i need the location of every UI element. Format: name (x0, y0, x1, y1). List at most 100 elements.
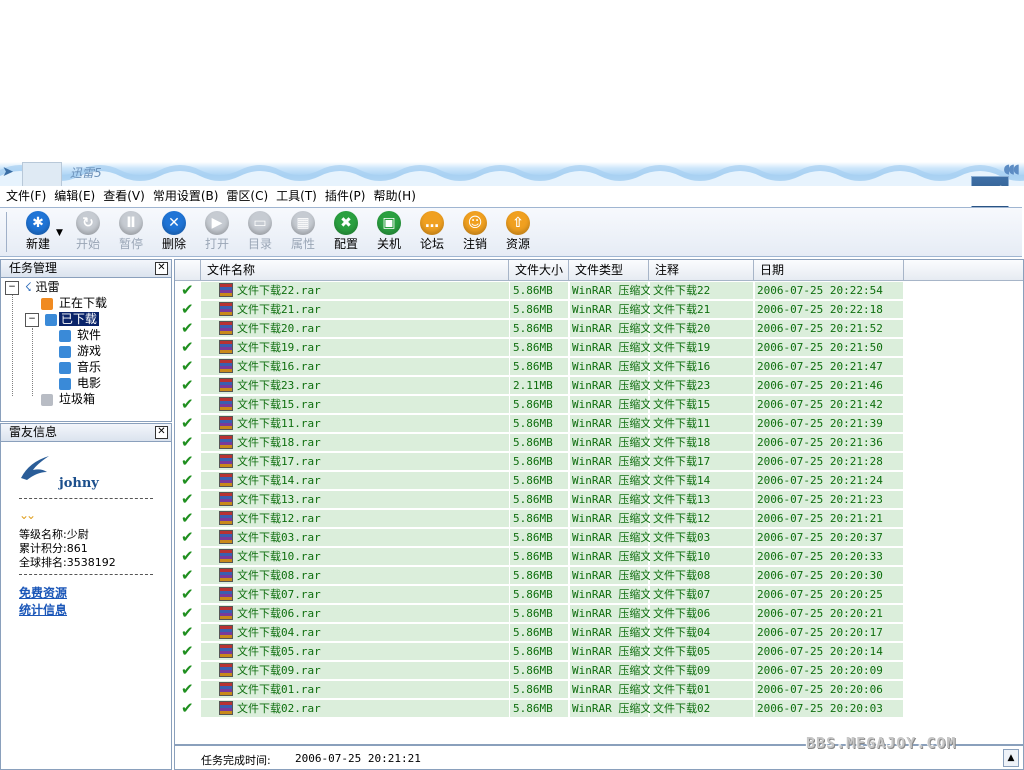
cell-size: 5.86MB (513, 493, 553, 506)
toolbar-button-delete[interactable]: ✕ 删除 (154, 210, 194, 254)
cell-note: 文件下载21 (653, 303, 711, 316)
new-icon: ✱ (26, 211, 50, 235)
table-row[interactable]: ✔ 文件下载20.rar 5.86MB WinRAR 压缩文 文件下载20 2006-07… (175, 319, 903, 338)
cell-date: 2006-07-25 20:20:14 (757, 645, 883, 658)
cell-type: WinRAR 压缩文 (572, 702, 650, 715)
cell-size: 5.86MB (513, 436, 553, 449)
toolbar-button-start[interactable]: ↻ 开始 (68, 210, 108, 254)
cell-note: 文件下载23 (653, 379, 711, 392)
table-row[interactable]: ✔ 文件下载10.rar 5.86MB WinRAR 压缩文 文件下载10 2006-07… (175, 547, 903, 566)
free-resources-link[interactable]: 免费资源 (19, 584, 67, 601)
toolbar-button-open[interactable]: ▶ 打开 (197, 210, 237, 254)
task-panel: 任务管理 ✕ − ☇ 迅雷 正在下载 − 已下载 软件 游戏 音乐 电影 垃圾箱 (0, 259, 172, 422)
cell-date: 2006-07-25 20:22:54 (757, 284, 883, 297)
table-row[interactable]: ✔ 文件下载23.rar 2.11MB WinRAR 压缩文 文件下载23 2006-07… (175, 376, 903, 395)
completed-check-icon: ✔ (181, 376, 194, 394)
toolbar-grip[interactable] (6, 212, 10, 252)
table-row[interactable]: ✔ 文件下载03.rar 5.86MB WinRAR 压缩文 文件下载03 2006-07… (175, 528, 903, 547)
tree-item-category[interactable]: 音乐 (59, 359, 101, 375)
header-date[interactable]: 日期 (754, 260, 904, 280)
header-name[interactable]: 文件名称 (201, 260, 509, 280)
table-row[interactable]: ✔ 文件下载22.rar 5.86MB WinRAR 压缩文 文件下载22 2006-07… (175, 281, 903, 300)
completed-check-icon: ✔ (181, 490, 194, 508)
header-status[interactable] (175, 260, 201, 280)
toolbar-button-forum[interactable]: … 论坛 (412, 210, 452, 254)
list-header: 文件名称 文件大小 文件类型 注释 日期 (175, 260, 1023, 281)
tree-root[interactable]: − ☇ 迅雷 (5, 279, 60, 295)
table-row[interactable]: ✔ 文件下载08.rar 5.86MB WinRAR 压缩文 文件下载08 2006-07… (175, 566, 903, 585)
header-size[interactable]: 文件大小 (509, 260, 569, 280)
tree-item-downloaded[interactable]: − 已下载 (25, 311, 99, 327)
toolbar-button-folder[interactable]: ▭ 目录 (240, 210, 280, 254)
rank-chevron-icon: ⌄⌄ (19, 508, 36, 522)
cell-size: 5.86MB (513, 303, 553, 316)
toolbar-label: 注销 (462, 237, 487, 251)
cell-name: 文件下载20.rar (237, 322, 321, 335)
table-row[interactable]: ✔ 文件下载17.rar 5.86MB WinRAR 压缩文 文件下载17 2006-07… (175, 452, 903, 471)
scroll-up-icon[interactable]: ▲ (1003, 749, 1019, 767)
tree-item-category[interactable]: 软件 (59, 327, 101, 343)
table-row[interactable]: ✔ 文件下载04.rar 5.86MB WinRAR 压缩文 文件下载04 2006-07… (175, 623, 903, 642)
statistics-link[interactable]: 统计信息 (19, 601, 67, 618)
toolbar-button-config[interactable]: ✖ 配置 (326, 210, 366, 254)
cell-note: 文件下载20 (653, 322, 711, 335)
cell-note: 文件下载02 (653, 702, 711, 715)
menu-view[interactable]: 查看(V) (99, 186, 149, 206)
table-row[interactable]: ✔ 文件下载07.rar 5.86MB WinRAR 压缩文 文件下载07 2006-07… (175, 585, 903, 604)
table-row[interactable]: ✔ 文件下载01.rar 5.86MB WinRAR 压缩文 文件下载01 2006-07… (175, 680, 903, 699)
cell-name: 文件下载09.rar (237, 664, 321, 677)
table-row[interactable]: ✔ 文件下载12.rar 5.86MB WinRAR 压缩文 文件下载12 2006-07… (175, 509, 903, 528)
cell-size: 5.86MB (513, 531, 553, 544)
toolbar-button-new[interactable]: ✱ 新建 (18, 210, 58, 254)
toolbar-button-logout[interactable]: ☺ 注销 (455, 210, 495, 254)
close-icon[interactable]: ✕ (155, 262, 168, 275)
collapse-icon[interactable]: − (5, 280, 19, 295)
completed-check-icon: ✔ (181, 414, 194, 432)
table-row[interactable]: ✔ 文件下载02.rar 5.86MB WinRAR 压缩文 文件下载02 2006-07… (175, 699, 903, 718)
tree-item-downloading[interactable]: 正在下载 (41, 295, 107, 311)
tree-item-category[interactable]: 游戏 (59, 343, 101, 359)
table-row[interactable]: ✔ 文件下载06.rar 5.86MB WinRAR 压缩文 文件下载06 2006-07… (175, 604, 903, 623)
toolbar-button-properties[interactable]: ▦ 属性 (283, 210, 323, 254)
table-row[interactable]: ✔ 文件下载14.rar 5.86MB WinRAR 压缩文 文件下载14 2006-07… (175, 471, 903, 490)
menu-help[interactable]: 帮助(H) (369, 186, 419, 206)
menu-file[interactable]: 文件(F) (2, 186, 50, 206)
username: johny (59, 476, 99, 491)
cell-type: WinRAR 压缩文 (572, 303, 650, 316)
toolbar-button-shutdown[interactable]: ▣ 关机 (369, 210, 409, 254)
menu-tools[interactable]: 工具(T) (272, 186, 321, 206)
window-controls-icon[interactable]: ◖◖◖ (1003, 162, 1020, 177)
cell-type: WinRAR 压缩文 (572, 645, 650, 658)
tree-item-trash[interactable]: 垃圾箱 (41, 391, 95, 407)
watermark: BBS.MEGAJOY.COM (806, 734, 957, 752)
cell-date: 2006-07-25 20:21:24 (757, 474, 883, 487)
header-type[interactable]: 文件类型 (569, 260, 649, 280)
cell-type: WinRAR 压缩文 (572, 626, 650, 639)
tree-item-category[interactable]: 电影 (59, 375, 101, 391)
header-note[interactable]: 注释 (649, 260, 754, 280)
menu-edit[interactable]: 编辑(E) (50, 186, 99, 206)
table-row[interactable]: ✔ 文件下载13.rar 5.86MB WinRAR 压缩文 文件下载13 2006-07… (175, 490, 903, 509)
table-row[interactable]: ✔ 文件下载18.rar 5.86MB WinRAR 压缩文 文件下载18 2006-07… (175, 433, 903, 452)
table-row[interactable]: ✔ 文件下载21.rar 5.86MB WinRAR 压缩文 文件下载21 2006-07… (175, 300, 903, 319)
collapse-icon[interactable]: − (25, 312, 39, 327)
close-icon[interactable]: ✕ (155, 426, 168, 439)
cell-name: 文件下载21.rar (237, 303, 321, 316)
menu-settings[interactable]: 常用设置(B) (149, 186, 223, 206)
menu-plugins[interactable]: 插件(P) (321, 186, 370, 206)
menu-zone[interactable]: 雷区(C) (222, 186, 272, 206)
toolbar-button-resource[interactable]: ⇧ 资源 (498, 210, 538, 254)
back-arrow-icon[interactable]: ➤ (2, 164, 14, 180)
cell-note: 文件下载01 (653, 683, 711, 696)
toolbar-button-pause[interactable]: Ⅱ 暂停 (111, 210, 151, 254)
table-row[interactable]: ✔ 文件下载11.rar 5.86MB WinRAR 压缩文 文件下载11 2006-07… (175, 414, 903, 433)
cell-note: 文件下载15 (653, 398, 711, 411)
table-row[interactable]: ✔ 文件下载16.rar 5.86MB WinRAR 压缩文 文件下载16 2006-07… (175, 357, 903, 376)
table-row[interactable]: ✔ 文件下载05.rar 5.86MB WinRAR 压缩文 文件下载05 2006-07… (175, 642, 903, 661)
table-row[interactable]: ✔ 文件下载19.rar 5.86MB WinRAR 压缩文 文件下载19 2006-07… (175, 338, 903, 357)
new-dropdown-arrow-icon[interactable]: ▼ (56, 228, 63, 238)
table-row[interactable]: ✔ 文件下载09.rar 5.86MB WinRAR 压缩文 文件下载09 2006-07… (175, 661, 903, 680)
cell-note: 文件下载04 (653, 626, 711, 639)
winrar-file-icon (219, 492, 233, 506)
table-row[interactable]: ✔ 文件下载15.rar 5.86MB WinRAR 压缩文 文件下载15 2006-07… (175, 395, 903, 414)
